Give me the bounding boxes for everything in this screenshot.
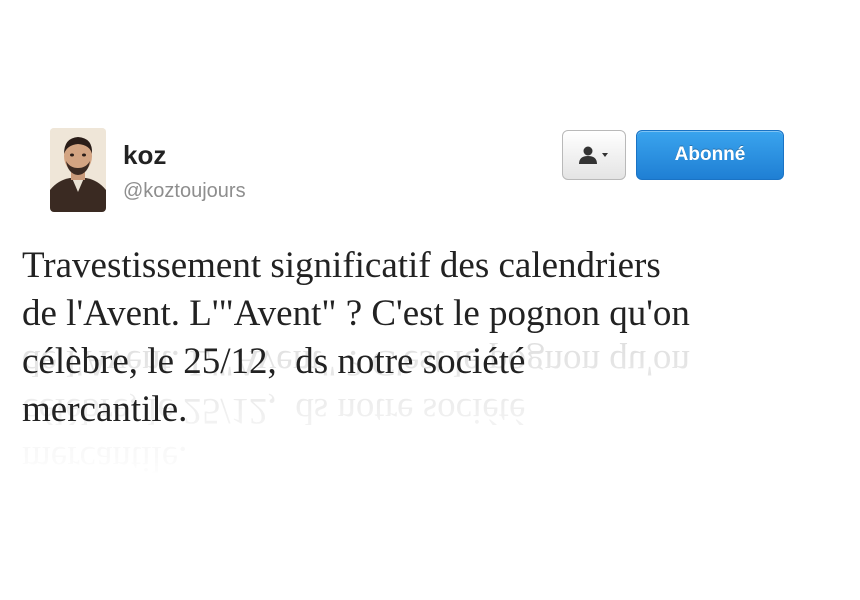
tweet-text: Travestissement significatif des calendr… <box>22 242 822 434</box>
avatar-photo <box>50 128 106 212</box>
tweet-text-line: célèbre, le 25/12, ds notre société <box>22 341 526 382</box>
tweet-text-line: Travestissement significatif des calendr… <box>22 245 661 286</box>
tweet-card: koz @koztoujours Abonné Travestissement … <box>0 0 860 600</box>
person-icon <box>579 146 608 164</box>
follow-button[interactable]: Abonné <box>636 130 784 180</box>
display-name[interactable]: koz <box>123 140 166 170</box>
user-actions-button[interactable] <box>562 130 626 180</box>
avatar[interactable] <box>50 128 106 212</box>
reflection-line: mercantile. <box>22 438 188 479</box>
tweet-text-line: de l'Avent. L'"Avent" ? C'est le pognon … <box>22 293 690 334</box>
tweet-text-line: mercantile. <box>22 389 188 430</box>
caret-down-icon <box>602 153 608 157</box>
user-handle[interactable]: @koztoujours <box>123 179 246 203</box>
